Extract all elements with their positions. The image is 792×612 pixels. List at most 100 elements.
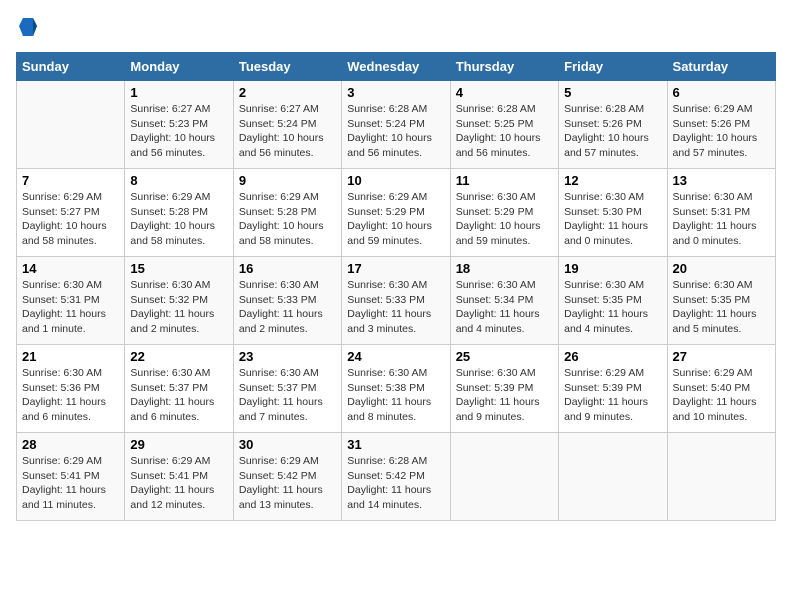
day-info: Sunrise: 6:30 AMSunset: 5:37 PMDaylight:… (130, 366, 227, 425)
calendar-cell: 25 Sunrise: 6:30 AMSunset: 5:39 PMDayligh… (450, 345, 558, 433)
weekday-header-wednesday: Wednesday (342, 53, 450, 81)
day-info: Sunrise: 6:30 AMSunset: 5:32 PMDaylight:… (130, 278, 227, 337)
day-info: Sunrise: 6:27 AMSunset: 5:23 PMDaylight:… (130, 102, 227, 161)
calendar-cell: 5 Sunrise: 6:28 AMSunset: 5:26 PMDaylight… (559, 81, 667, 169)
week-row-5: 28 Sunrise: 6:29 AMSunset: 5:41 PMDayligh… (17, 433, 776, 521)
week-row-1: 1 Sunrise: 6:27 AMSunset: 5:23 PMDaylight… (17, 81, 776, 169)
week-row-2: 7 Sunrise: 6:29 AMSunset: 5:27 PMDaylight… (17, 169, 776, 257)
calendar-cell: 19 Sunrise: 6:30 AMSunset: 5:35 PMDayligh… (559, 257, 667, 345)
day-number: 4 (456, 85, 553, 100)
day-info: Sunrise: 6:30 AMSunset: 5:35 PMDaylight:… (564, 278, 661, 337)
day-info: Sunrise: 6:30 AMSunset: 5:37 PMDaylight:… (239, 366, 336, 425)
calendar-cell: 6 Sunrise: 6:29 AMSunset: 5:26 PMDaylight… (667, 81, 775, 169)
week-row-4: 21 Sunrise: 6:30 AMSunset: 5:36 PMDayligh… (17, 345, 776, 433)
calendar-cell (559, 433, 667, 521)
calendar-cell: 21 Sunrise: 6:30 AMSunset: 5:36 PMDayligh… (17, 345, 125, 433)
day-number: 10 (347, 173, 444, 188)
day-number: 25 (456, 349, 553, 364)
day-info: Sunrise: 6:30 AMSunset: 5:36 PMDaylight:… (22, 366, 119, 425)
calendar-cell: 2Sunrise: 6:27 AMSunset: 5:24 PMDaylight… (233, 81, 341, 169)
day-number: 21 (22, 349, 119, 364)
weekday-header-saturday: Saturday (667, 53, 775, 81)
day-info: Sunrise: 6:30 AMSunset: 5:31 PMDaylight:… (22, 278, 119, 337)
day-info: Sunrise: 6:30 AMSunset: 5:33 PMDaylight:… (347, 278, 444, 337)
day-number: 15 (130, 261, 227, 276)
weekday-header-thursday: Thursday (450, 53, 558, 81)
day-number: 13 (673, 173, 770, 188)
day-info: Sunrise: 6:29 AMSunset: 5:26 PMDaylight:… (673, 102, 770, 161)
weekday-header-friday: Friday (559, 53, 667, 81)
day-number: 5 (564, 85, 661, 100)
calendar-cell: 27 Sunrise: 6:29 AMSunset: 5:40 PMDayligh… (667, 345, 775, 433)
calendar-table: SundayMondayTuesdayWednesdayThursdayFrid… (16, 52, 776, 521)
calendar-cell: 12 Sunrise: 6:30 AMSunset: 5:30 PMDayligh… (559, 169, 667, 257)
day-number: 17 (347, 261, 444, 276)
day-number: 14 (22, 261, 119, 276)
day-number: 18 (456, 261, 553, 276)
day-number: 24 (347, 349, 444, 364)
calendar-cell: 31 Sunrise: 6:28 AMSunset: 5:42 PMDayligh… (342, 433, 450, 521)
calendar-cell: 13Sunrise: 6:30 AMSunset: 5:31 PMDayligh… (667, 169, 775, 257)
day-number: 3 (347, 85, 444, 100)
day-number: 19 (564, 261, 661, 276)
day-number: 12 (564, 173, 661, 188)
day-number: 8 (130, 173, 227, 188)
calendar-cell: 30Sunrise: 6:29 AMSunset: 5:42 PMDayligh… (233, 433, 341, 521)
day-info: Sunrise: 6:30 AMSunset: 5:38 PMDaylight:… (347, 366, 444, 425)
day-number: 2 (239, 85, 336, 100)
day-info: Sunrise: 6:29 AMSunset: 5:39 PMDaylight:… (564, 366, 661, 425)
day-number: 27 (673, 349, 770, 364)
calendar-cell: 3 Sunrise: 6:28 AMSunset: 5:24 PMDaylight… (342, 81, 450, 169)
calendar-cell (17, 81, 125, 169)
day-number: 11 (456, 173, 553, 188)
day-info: Sunrise: 6:29 AMSunset: 5:28 PMDaylight:… (130, 190, 227, 249)
day-number: 31 (347, 437, 444, 452)
calendar-cell: 11 Sunrise: 6:30 AMSunset: 5:29 PMDayligh… (450, 169, 558, 257)
day-number: 1 (130, 85, 227, 100)
calendar-cell: 26 Sunrise: 6:29 AMSunset: 5:39 PMDayligh… (559, 345, 667, 433)
calendar-cell: 28 Sunrise: 6:29 AMSunset: 5:41 PMDayligh… (17, 433, 125, 521)
day-info: Sunrise: 6:29 AMSunset: 5:40 PMDaylight:… (673, 366, 770, 425)
day-info: Sunrise: 6:30 AMSunset: 5:35 PMDaylight:… (673, 278, 770, 337)
day-number: 30 (239, 437, 336, 452)
day-info: Sunrise: 6:29 AMSunset: 5:41 PMDaylight:… (22, 454, 119, 513)
calendar-cell: 17 Sunrise: 6:30 AMSunset: 5:33 PMDayligh… (342, 257, 450, 345)
calendar-cell (450, 433, 558, 521)
calendar-cell: 23Sunrise: 6:30 AMSunset: 5:37 PMDayligh… (233, 345, 341, 433)
calendar-cell: 29 Sunrise: 6:29 AMSunset: 5:41 PMDayligh… (125, 433, 233, 521)
logo-icon (19, 18, 37, 36)
logo (16, 16, 37, 42)
calendar-cell: 9Sunrise: 6:29 AMSunset: 5:28 PMDaylight… (233, 169, 341, 257)
calendar-cell: 4 Sunrise: 6:28 AMSunset: 5:25 PMDaylight… (450, 81, 558, 169)
calendar-cell: 20Sunrise: 6:30 AMSunset: 5:35 PMDayligh… (667, 257, 775, 345)
day-info: Sunrise: 6:30 AMSunset: 5:30 PMDaylight:… (564, 190, 661, 249)
calendar-cell: 8 Sunrise: 6:29 AMSunset: 5:28 PMDaylight… (125, 169, 233, 257)
day-info: Sunrise: 6:28 AMSunset: 5:25 PMDaylight:… (456, 102, 553, 161)
day-number: 7 (22, 173, 119, 188)
day-info: Sunrise: 6:28 AMSunset: 5:42 PMDaylight:… (347, 454, 444, 513)
calendar-cell: 14 Sunrise: 6:30 AMSunset: 5:31 PMDayligh… (17, 257, 125, 345)
day-info: Sunrise: 6:30 AMSunset: 5:34 PMDaylight:… (456, 278, 553, 337)
calendar-cell: 16Sunrise: 6:30 AMSunset: 5:33 PMDayligh… (233, 257, 341, 345)
day-number: 29 (130, 437, 227, 452)
calendar-cell: 1 Sunrise: 6:27 AMSunset: 5:23 PMDaylight… (125, 81, 233, 169)
calendar-cell: 10Sunrise: 6:29 AMSunset: 5:29 PMDayligh… (342, 169, 450, 257)
calendar-cell (667, 433, 775, 521)
weekday-header-tuesday: Tuesday (233, 53, 341, 81)
weekday-header-row: SundayMondayTuesdayWednesdayThursdayFrid… (17, 53, 776, 81)
day-number: 16 (239, 261, 336, 276)
day-number: 26 (564, 349, 661, 364)
day-info: Sunrise: 6:30 AMSunset: 5:29 PMDaylight:… (456, 190, 553, 249)
day-info: Sunrise: 6:29 AMSunset: 5:41 PMDaylight:… (130, 454, 227, 513)
day-info: Sunrise: 6:28 AMSunset: 5:26 PMDaylight:… (564, 102, 661, 161)
day-info: Sunrise: 6:29 AMSunset: 5:28 PMDaylight:… (239, 190, 336, 249)
day-number: 6 (673, 85, 770, 100)
calendar-cell: 7 Sunrise: 6:29 AMSunset: 5:27 PMDaylight… (17, 169, 125, 257)
calendar-cell: 15 Sunrise: 6:30 AMSunset: 5:32 PMDayligh… (125, 257, 233, 345)
day-number: 28 (22, 437, 119, 452)
day-info: Sunrise: 6:29 AMSunset: 5:27 PMDaylight:… (22, 190, 119, 249)
weekday-header-monday: Monday (125, 53, 233, 81)
calendar-cell: 24 Sunrise: 6:30 AMSunset: 5:38 PMDayligh… (342, 345, 450, 433)
day-info: Sunrise: 6:28 AMSunset: 5:24 PMDaylight:… (347, 102, 444, 161)
day-info: Sunrise: 6:30 AMSunset: 5:39 PMDaylight:… (456, 366, 553, 425)
